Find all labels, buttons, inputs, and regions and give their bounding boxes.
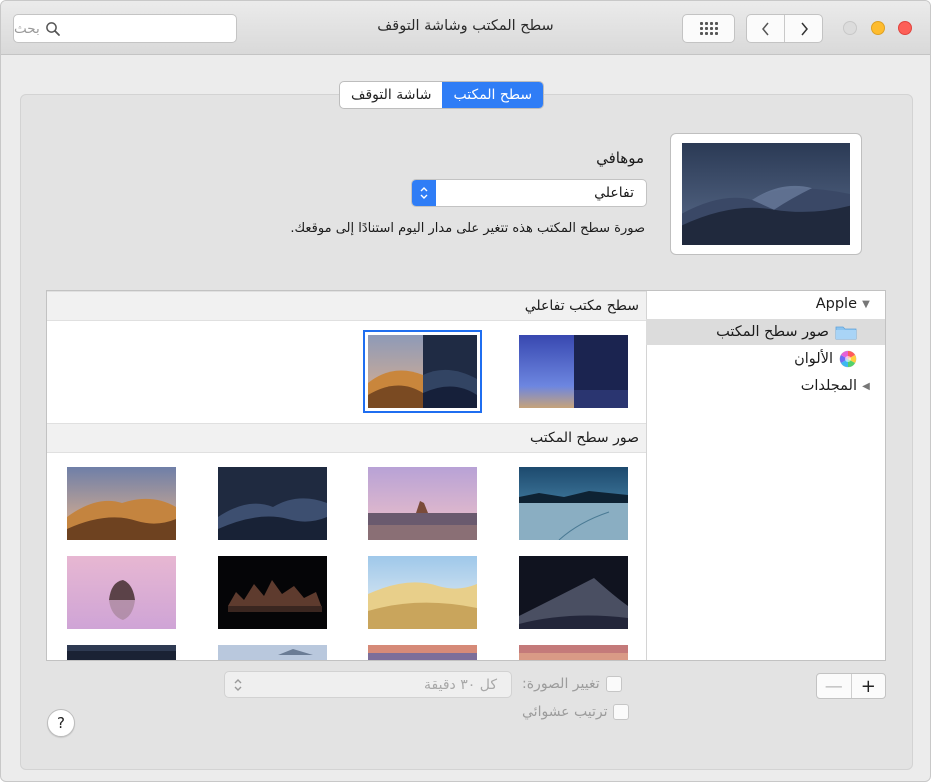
- disclosure-triangle-closed-icon[interactable]: ◀: [857, 381, 875, 392]
- tab-bar: شاشة التوقف سطح المكتب: [339, 81, 545, 109]
- change-picture-checkbox[interactable]: [605, 676, 622, 692]
- wallpaper-image: [368, 467, 477, 540]
- sidebar-item-label: الألوان: [794, 351, 833, 367]
- system-preferences-window: بحث سطح المكتب وشاشة التوقف شاشة التوقف …: [0, 0, 931, 782]
- wallpaper-image: [67, 645, 176, 660]
- disclosure-triangle-open-icon[interactable]: ▼: [857, 299, 875, 310]
- wallpaper-image: [519, 556, 628, 629]
- up-down-arrows-icon: [234, 678, 242, 691]
- random-order-checkbox[interactable]: [613, 704, 630, 720]
- wallpaper-image: [368, 335, 477, 408]
- wallpaper-image: [519, 467, 628, 540]
- title-bar: بحث سطح المكتب وشاشة التوقف: [1, 1, 930, 55]
- chevron-left-icon: [761, 22, 769, 35]
- thumbnail-area: سطح مكتب تفاعلي صور سطح المكتب: [47, 291, 647, 660]
- wallpaper-image: [519, 335, 628, 408]
- color-wheel-icon: [839, 350, 857, 368]
- grid-icon: [699, 22, 718, 35]
- folder-icon: [835, 326, 857, 340]
- wallpaper-image: [519, 645, 628, 660]
- thumbnail-partial-row-2[interactable]: [368, 645, 477, 660]
- add-folder-button[interactable]: +: [850, 674, 886, 698]
- wallpaper-image: [67, 556, 176, 629]
- back-button[interactable]: [747, 15, 784, 42]
- sidebar-item-label: المجلدات: [800, 378, 857, 394]
- sidebar-item-label: صور سطح المكتب: [716, 324, 829, 340]
- wallpaper-image: [67, 467, 176, 540]
- add-remove-folder-buttons: — +: [816, 673, 886, 699]
- chevron-right-icon: [800, 22, 808, 35]
- random-order-label: ترتيب عشوائي: [522, 704, 608, 720]
- wallpaper-image: [218, 467, 327, 540]
- wallpaper-description: صورة سطح المكتب هذه تتغير على مدار اليوم…: [290, 221, 645, 236]
- section-header-dynamic: سطح مكتب تفاعلي: [47, 291, 647, 321]
- thumbnail-dunes-night[interactable]: [519, 556, 628, 629]
- change-interval-value: كل ٣٠ دقيقة: [424, 676, 497, 693]
- forward-button[interactable]: [784, 15, 822, 42]
- navigation-buttons: [746, 14, 823, 43]
- thumbnail-desert-pinnacle[interactable]: [368, 467, 477, 540]
- thumbnail-rock-pink[interactable]: [67, 556, 176, 629]
- wallpaper-source-sidebar: ▼ Apple صور سطح المكتب الألوان ◀ المجلدا…: [646, 291, 885, 660]
- mojave-night-preview-image: [682, 143, 850, 245]
- thumbnail-tufa-night[interactable]: [218, 556, 327, 629]
- dynamic-mode-value: تفاعلي: [594, 185, 634, 201]
- remove-folder-button[interactable]: —: [817, 674, 851, 698]
- wallpaper-browser: سطح مكتب تفاعلي صور سطح المكتب ▼ Apple ص…: [46, 290, 886, 661]
- thumbnail-mojave-night[interactable]: [218, 467, 327, 540]
- sidebar-item-label: Apple: [815, 296, 857, 312]
- dynamic-mode-popup[interactable]: تفاعلي: [411, 179, 647, 207]
- close-button[interactable]: [898, 21, 912, 35]
- minimize-button[interactable]: [871, 21, 885, 35]
- thumbnail-partial-row-3[interactable]: [218, 645, 327, 660]
- thumbnail-dunes-day[interactable]: [368, 556, 477, 629]
- sidebar-item-desktop-pictures[interactable]: صور سطح المكتب: [646, 319, 885, 345]
- search-icon: [45, 21, 60, 36]
- tab-desktop[interactable]: سطح المكتب: [442, 82, 544, 108]
- zoom-button[interactable]: [843, 21, 857, 35]
- thumbnail-partial-row-4[interactable]: [67, 645, 176, 660]
- thumbnail-lake-dusk[interactable]: [519, 467, 628, 540]
- wallpaper-name: موهافي: [596, 149, 644, 167]
- popup-arrows: [412, 180, 436, 206]
- wallpaper-image: [368, 556, 477, 629]
- sidebar-item-colors[interactable]: الألوان: [646, 346, 885, 372]
- tab-screen-saver[interactable]: شاشة التوقف: [340, 82, 442, 108]
- show-all-button[interactable]: [682, 14, 735, 43]
- wallpaper-preview: [670, 133, 862, 255]
- wallpaper-image: [218, 645, 327, 660]
- up-down-arrows-icon: [420, 187, 428, 199]
- search-placeholder: بحث: [14, 20, 40, 37]
- help-button[interactable]: ?: [47, 709, 75, 737]
- sidebar-item-apple[interactable]: ▼ Apple: [646, 291, 885, 317]
- thumbnail-mojave-day[interactable]: [67, 467, 176, 540]
- random-order-row: ترتيب عشوائي: [522, 704, 630, 720]
- change-picture-row: تغيير الصورة:: [522, 676, 622, 692]
- wallpaper-image: [368, 645, 477, 660]
- thumbnail-catalina-dynamic[interactable]: [519, 335, 628, 408]
- thumbnail-partial-row-1[interactable]: [519, 645, 628, 660]
- change-picture-label: تغيير الصورة:: [522, 676, 600, 692]
- popup-arrows: [225, 677, 251, 693]
- search-field[interactable]: بحث: [13, 14, 237, 43]
- change-interval-popup[interactable]: كل ٣٠ دقيقة: [224, 671, 512, 698]
- thumbnail-mojave-dynamic[interactable]: [363, 330, 482, 413]
- section-header-pictures: صور سطح المكتب: [47, 423, 647, 453]
- sidebar-item-folders[interactable]: ◀ المجلدات: [646, 373, 885, 399]
- wallpaper-image: [218, 556, 327, 629]
